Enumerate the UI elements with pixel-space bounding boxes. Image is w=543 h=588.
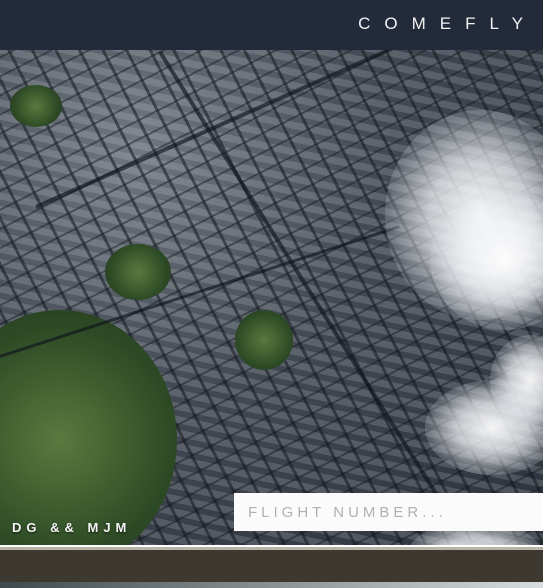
park-area	[105, 244, 171, 300]
flight-number-input[interactable]	[234, 493, 543, 531]
park-area	[10, 85, 62, 127]
park-area	[235, 310, 293, 370]
top-bar: COMEFLY	[0, 0, 543, 51]
brand-title: COMEFLY	[358, 14, 537, 33]
credit-text: DG && MJM	[12, 520, 132, 535]
footer-bar	[0, 550, 543, 582]
aerial-map[interactable]	[0, 50, 543, 545]
bottom-map-strip	[0, 582, 543, 588]
